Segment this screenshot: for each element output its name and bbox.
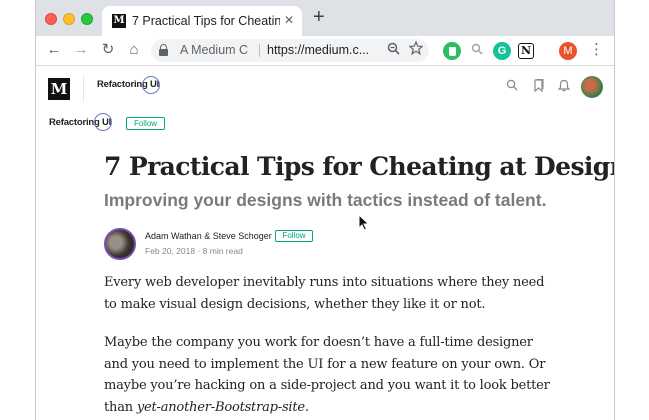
header-divider [83, 76, 84, 102]
annotation-circle [94, 113, 112, 131]
annotation-circle [142, 76, 160, 94]
medium-favicon-icon: M [112, 14, 126, 28]
tab-title: 7 Practical Tips for Cheating at Design [132, 14, 280, 28]
author-avatar[interactable] [104, 228, 136, 260]
browser-toolbar: ← → ↻ ⌂ A Medium C https://medium.c... G… [36, 36, 614, 66]
evernote-icon[interactable] [443, 42, 461, 60]
notion-icon[interactable]: N [518, 43, 534, 59]
search-icon[interactable] [468, 42, 486, 60]
mouse-pointer-icon [358, 213, 370, 236]
search-icon[interactable] [506, 79, 518, 94]
follow-author-button[interactable]: Follow [275, 230, 313, 242]
author-names[interactable]: Adam Wathan & Steve Schoger [145, 231, 272, 241]
paragraph-italic-text: yet-another-Bootstrap-site [136, 399, 305, 415]
url-text[interactable]: https://medium.c... [267, 43, 377, 57]
home-button[interactable]: ⌂ [123, 39, 145, 61]
address-bar[interactable]: A Medium C https://medium.c... [151, 39, 429, 62]
browser-tab[interactable]: M 7 Practical Tips for Cheating at Desig… [102, 6, 302, 36]
grammarly-icon[interactable]: G [493, 42, 511, 60]
reload-button[interactable]: ↻ [97, 39, 119, 61]
star-icon[interactable] [408, 40, 424, 58]
tab-close-icon[interactable]: ✕ [284, 13, 294, 27]
article-title: 7 Practical Tips for Cheating at Design [104, 152, 614, 181]
fullscreen-window-button[interactable] [81, 13, 93, 25]
article-paragraph: Maybe the company you work for doesn’t h… [104, 332, 554, 418]
profile-avatar[interactable]: M [559, 42, 577, 60]
browser-window: M 7 Practical Tips for Cheating at Desig… [36, 0, 614, 420]
tab-strip: M 7 Practical Tips for Cheating at Desig… [36, 0, 614, 36]
close-window-button[interactable] [45, 13, 57, 25]
article-meta: Feb 20, 2018 · 8 min read [145, 246, 243, 256]
site-identity[interactable]: A Medium C [180, 43, 248, 57]
minimize-window-button[interactable] [63, 13, 75, 25]
omnibox-separator [259, 44, 260, 57]
paragraph-end: . [304, 399, 309, 415]
bookmark-icon[interactable] [533, 79, 544, 95]
bell-icon[interactable] [557, 79, 571, 95]
forward-button[interactable]: → [70, 39, 92, 61]
new-tab-button[interactable]: + [313, 6, 325, 28]
article-subtitle: Improving your designs with tactics inst… [104, 190, 547, 210]
back-button[interactable]: ← [43, 39, 65, 61]
browser-menu-icon[interactable]: ⋮ [589, 40, 604, 58]
lock-icon[interactable] [159, 44, 168, 56]
user-avatar[interactable] [581, 76, 603, 98]
follow-publication-button[interactable]: Follow [126, 117, 165, 130]
article-paragraph: Every web developer inevitably runs into… [104, 275, 545, 312]
zoom-icon[interactable] [387, 42, 400, 58]
medium-logo[interactable]: M [48, 78, 70, 100]
